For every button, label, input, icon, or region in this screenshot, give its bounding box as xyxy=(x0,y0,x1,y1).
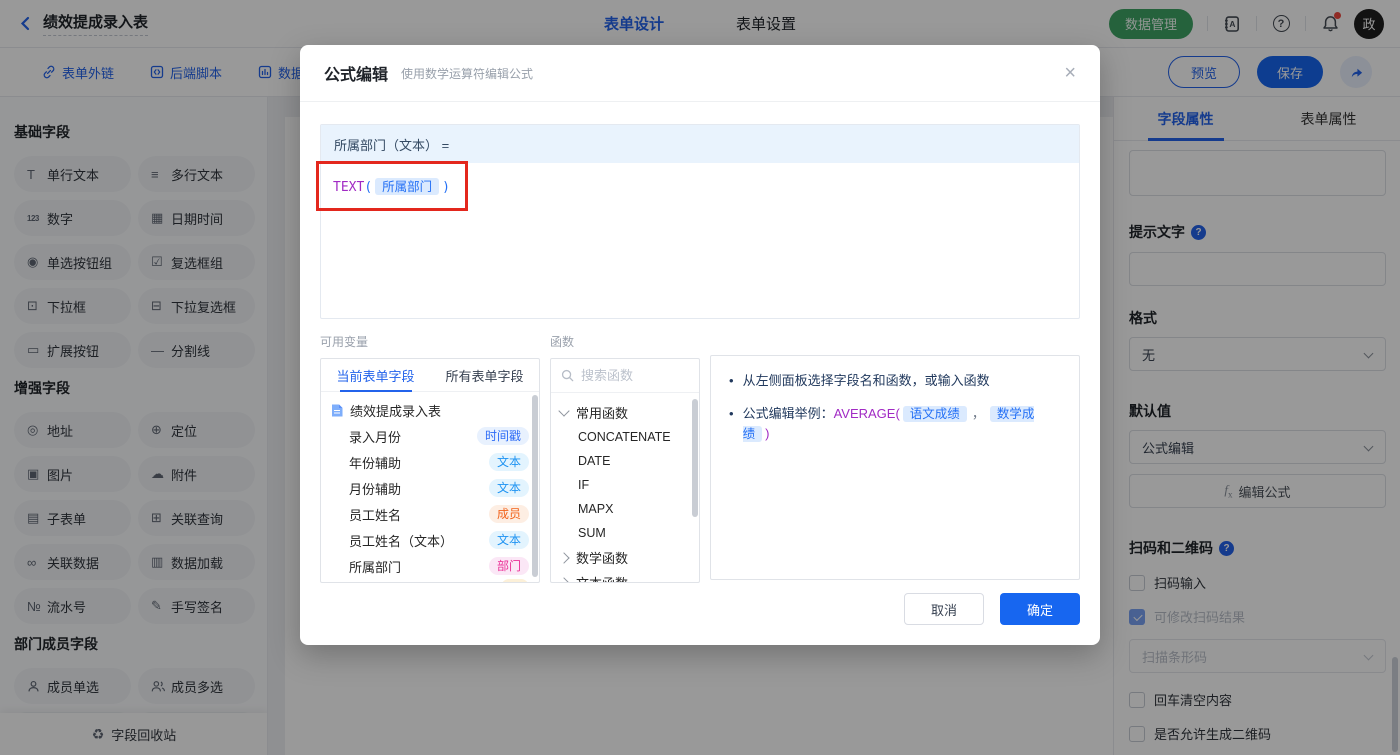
document-icon xyxy=(331,404,343,417)
search-icon xyxy=(561,369,574,382)
type-badge: 文本 xyxy=(489,479,529,497)
app-root: 绩效提成录入表 表单设计 表单设置 数据管理 A ? 政 表单外链 xyxy=(0,0,1400,755)
type-badge: 文本 xyxy=(489,531,529,549)
formula-target: 所属部门（文本） = xyxy=(321,125,1079,163)
variable-row[interactable]: 年份辅助文本 xyxy=(321,449,539,475)
type-badge: 文本 xyxy=(489,453,529,471)
variable-row[interactable]: 录入月份时间戳 xyxy=(321,423,539,449)
modal-title: 公式编辑 xyxy=(324,61,388,85)
variables-column: 可用变量 当前表单字段 所有表单字段 绩效提成录入表 录入月份时间戳年份辅助文本… xyxy=(320,333,540,583)
modal-body: 所属部门（文本） = TEXT(所属部门) 可用变量 当前表单字段 所有表单字段 xyxy=(300,102,1100,583)
formula-editor: 所属部门（文本） = TEXT(所属部门) xyxy=(320,124,1080,319)
type-badge: 部门 xyxy=(489,557,529,575)
variables-scrollbar[interactable] xyxy=(532,395,538,577)
tab-current-form-fields[interactable]: 当前表单字段 xyxy=(321,359,430,391)
chevron-down-icon xyxy=(558,405,569,416)
field-chip: 语文成绩 xyxy=(903,406,967,422)
variables-list: 绩效提成录入表 录入月份时间戳年份辅助文本月份辅助文本员工姓名成员员工姓名（文本… xyxy=(321,392,539,583)
variables-box: 当前表单字段 所有表单字段 绩效提成录入表 录入月份时间戳年份辅助文本月份辅助文… xyxy=(320,358,540,583)
modal-subtitle: 使用数学运算符编辑公式 xyxy=(401,65,533,82)
type-badge: 时间戳 xyxy=(477,427,529,445)
form-node[interactable]: 绩效提成录入表 xyxy=(321,397,539,423)
functions-box: 常用函数CONCATENATEDATEIFMAPXSUM数学函数文本函数 xyxy=(550,358,700,583)
variable-row[interactable]: 月份辅助文本 xyxy=(321,475,539,501)
close-icon[interactable]: × xyxy=(1064,63,1076,83)
field-chip[interactable]: 所属部门 xyxy=(375,178,439,195)
function-item[interactable]: CONCATENATE xyxy=(551,425,699,449)
functions-scrollbar[interactable] xyxy=(692,399,698,517)
modal-columns: 可用变量 当前表单字段 所有表单字段 绩效提成录入表 录入月份时间戳年份辅助文本… xyxy=(320,333,1080,583)
type-badge: 成员 xyxy=(489,505,529,523)
function-group[interactable]: 文本函数 xyxy=(551,570,699,583)
confirm-button[interactable]: 确定 xyxy=(1000,593,1080,625)
function-tree: 常用函数CONCATENATEDATEIFMAPXSUM数学函数文本函数 xyxy=(551,393,699,583)
variable-row[interactable]: 员工姓名（文本）文本 xyxy=(321,527,539,553)
function-item[interactable]: SUM xyxy=(551,521,699,545)
variable-row[interactable]: 所属部门部门 xyxy=(321,553,539,579)
cancel-button[interactable]: 取消 xyxy=(904,593,984,625)
function-group[interactable]: 常用函数 xyxy=(551,400,699,425)
functions-column: 函数 常用函数CONCATENATEDATEIFMAPXSUM数学函数文本函数 xyxy=(550,333,700,583)
function-item[interactable]: IF xyxy=(551,473,699,497)
hints-column: • 从左侧面板选择字段名和函数，或输入函数 • 公式编辑举例：AVERAGE(语… xyxy=(710,333,1080,583)
clipped-badge xyxy=(501,579,529,583)
chevron-right-icon xyxy=(558,577,569,583)
function-item[interactable]: MAPX xyxy=(551,497,699,521)
hints-box: • 从左侧面板选择字段名和函数，或输入函数 • 公式编辑举例：AVERAGE(语… xyxy=(710,355,1080,580)
chevron-right-icon xyxy=(558,552,569,563)
modal-header: 公式编辑 使用数学运算符编辑公式 × xyxy=(300,45,1100,102)
function-item[interactable]: DATE xyxy=(551,449,699,473)
clipped-variable-row xyxy=(321,579,539,583)
functions-label: 函数 xyxy=(550,333,700,350)
tab-all-form-fields[interactable]: 所有表单字段 xyxy=(430,359,539,391)
function-group[interactable]: 数学函数 xyxy=(551,545,699,570)
formula-function-name: TEXT xyxy=(333,180,364,195)
function-search[interactable] xyxy=(551,359,699,393)
formula-editor-modal: 公式编辑 使用数学运算符编辑公式 × 所属部门（文本） = TEXT(所属部门)… xyxy=(300,45,1100,645)
modal-footer: 取消 确定 xyxy=(904,593,1080,625)
hint-line-2: • 公式编辑举例：AVERAGE(语文成绩，数学成绩) xyxy=(729,404,1061,444)
variable-row[interactable]: 员工姓名成员 xyxy=(321,501,539,527)
variables-tabs: 当前表单字段 所有表单字段 xyxy=(321,359,539,392)
variables-label: 可用变量 xyxy=(320,333,540,350)
formula-input-area[interactable]: TEXT(所属部门) xyxy=(321,163,1079,318)
function-search-input[interactable] xyxy=(581,368,681,383)
hint-line-1: • 从左侧面板选择字段名和函数，或输入函数 xyxy=(729,371,1061,391)
